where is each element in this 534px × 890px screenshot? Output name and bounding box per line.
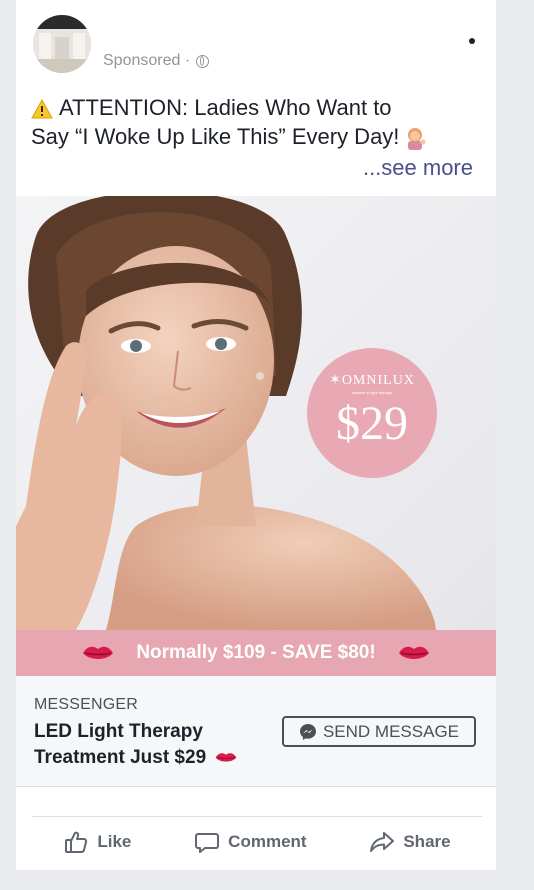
ad-image[interactable]: ✶OMNILUX leaders in light therapy $29 (16, 196, 496, 630)
sponsored-label[interactable]: Sponsored · (103, 52, 190, 70)
warning-icon (31, 99, 53, 119)
sparkle-icon: ✶ (329, 373, 342, 388)
like-button[interactable]: Like (63, 829, 131, 855)
advertiser-avatar[interactable] (33, 15, 91, 73)
like-label: Like (97, 832, 132, 851)
promo-text: Normally $109 - SAVE $80! (136, 642, 376, 663)
lips-icon (216, 753, 237, 763)
share-icon (370, 832, 395, 852)
cta-headline-text: LED Light Therapy Treatment Just $29 (34, 721, 207, 768)
comment-button[interactable]: Comment (194, 829, 307, 855)
share-button[interactable]: Share (369, 829, 451, 855)
share-label: Share (403, 832, 451, 851)
more-icon[interactable] (469, 38, 475, 44)
brand-name: OMNILUX (341, 373, 415, 388)
send-message-label: SEND MESSAGE (322, 721, 460, 741)
send-message-button[interactable]: SEND MESSAGE (282, 716, 476, 747)
brand-tagline: leaders in light therapy (351, 390, 393, 395)
sponsored-post-card: Sponsored · ATTENTION: Ladies Who Want t… (16, 0, 496, 870)
cta-source-label: MESSENGER (34, 696, 139, 713)
price-badge: ✶OMNILUX leaders in light therapy $29 (307, 348, 437, 478)
see-more-link[interactable]: ...see more (363, 155, 473, 181)
price-label: $29 (336, 397, 408, 450)
post-text-line1: ATTENTION: Ladies Who Want to (59, 95, 392, 120)
sponsored-meta: Sponsored · (103, 52, 210, 70)
cta-section: MESSENGER LED Light Therapy Treatment Ju… (16, 676, 496, 787)
actions-divider (32, 816, 482, 817)
lips-icon (83, 646, 114, 659)
woman-tipping-hand-icon (408, 128, 426, 151)
post-text: ATTENTION: Ladies Who Want to Say “I Wok… (31, 93, 481, 151)
like-icon (65, 831, 88, 853)
comment-label: Comment (228, 832, 307, 851)
cta-headline[interactable]: LED Light Therapy Treatment Just $29 (34, 719, 274, 771)
post-text-line2: Say “I Woke Up Like This” Every Day! (31, 124, 400, 149)
post-actions: Like Comment Share (32, 822, 482, 862)
lips-icon (398, 646, 429, 659)
comment-icon (195, 833, 220, 853)
brand-logo: ✶OMNILUX (307, 372, 437, 389)
promo-banner[interactable]: Normally $109 - SAVE $80! (16, 630, 496, 676)
messenger-icon (299, 723, 316, 740)
globe-icon (196, 54, 210, 68)
